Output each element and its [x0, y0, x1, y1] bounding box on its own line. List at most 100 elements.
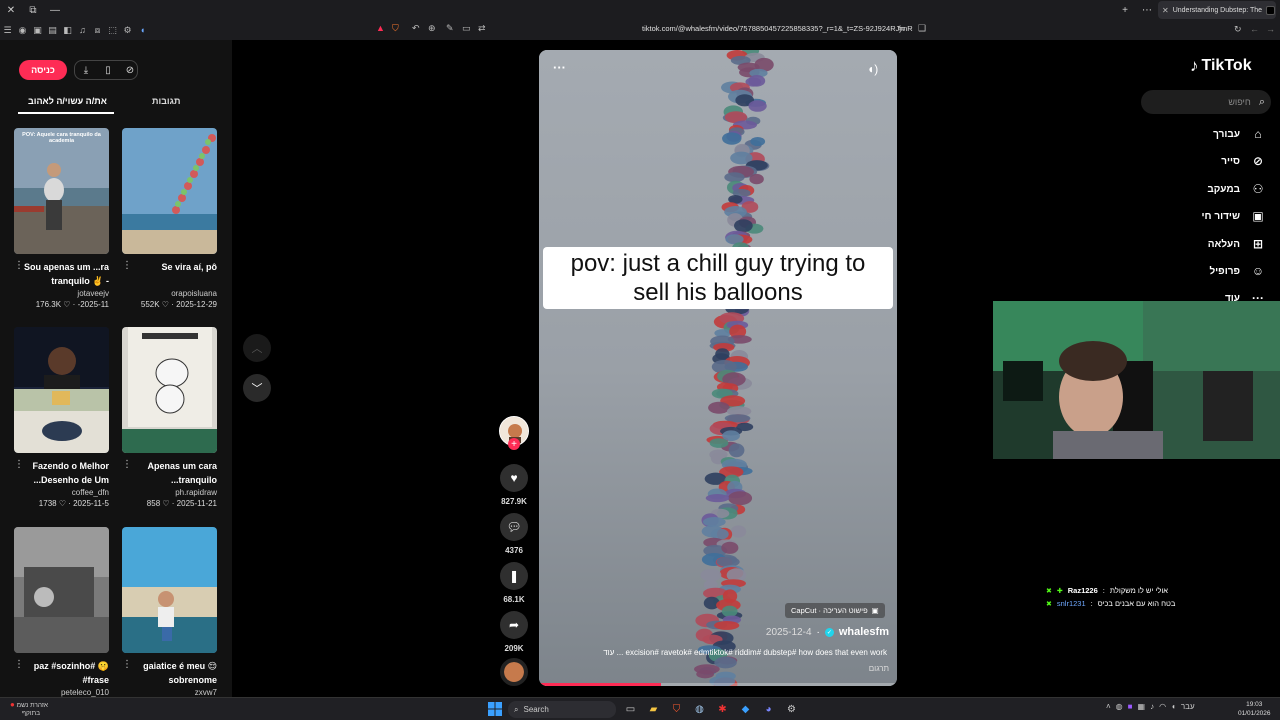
video-player[interactable]: ··· ◖) pov: just a chill guy trying to s…	[539, 50, 897, 686]
tiktok-logo[interactable]: ♪ TikTok	[1190, 56, 1252, 76]
settings-icon[interactable]: ⚙	[120, 20, 135, 40]
card-author[interactable]: coffee_dfn	[14, 488, 109, 497]
card-author[interactable]: orapoisluana	[122, 289, 217, 298]
file-explorer-icon[interactable]: ▰	[645, 701, 662, 718]
list-item[interactable]: ⋮ paz #sozinho# 🤫 #frase peteleco_010	[14, 527, 109, 697]
screen-icon[interactable]: ▭	[462, 23, 471, 34]
volume-icon[interactable]: ◖	[1171, 702, 1176, 711]
video-thumbnail[interactable]	[122, 527, 217, 653]
tray-app-icon[interactable]: ▦	[1138, 702, 1146, 711]
tab-you-may-like[interactable]: את/ה עשוי/ה לאהוב	[28, 96, 107, 106]
more-options-icon[interactable]: ⋮	[122, 459, 132, 470]
card-author[interactable]: peteleco_010	[14, 688, 109, 697]
zoom-icon[interactable]: ⊕	[428, 23, 436, 34]
menu-icon[interactable]: ☰	[0, 20, 15, 40]
video-description[interactable]: עוד ... excision# ravetok# edmtiktok# ri…	[551, 648, 887, 657]
translate-link[interactable]: תרגום	[869, 664, 889, 673]
app-icon[interactable]: ✱	[714, 701, 731, 718]
search-icon[interactable]: ⌕	[1259, 96, 1265, 109]
follow-button[interactable]: +	[508, 438, 520, 450]
volume-icon[interactable]: ◖)	[867, 62, 878, 76]
settings-icon[interactable]: ⚙	[783, 701, 800, 718]
card-author[interactable]: ph.rapidraw	[122, 488, 217, 497]
taskbar-search[interactable]: ⌕ Search	[508, 701, 616, 718]
sidebar-item-live[interactable]: שידור חי ▣	[1202, 208, 1266, 224]
split-view-icon[interactable]: ◧	[60, 20, 75, 40]
minimize-window-icon[interactable]: —	[44, 0, 66, 20]
list-item[interactable]: ⋮ Fazendo o Melhor ...Desenho de Um coff…	[14, 327, 109, 508]
edit-icon[interactable]: ✎	[446, 23, 454, 34]
shield-icon[interactable]: ◉	[15, 20, 30, 40]
language-indicator[interactable]: עבר	[1181, 702, 1195, 711]
video-thumbnail[interactable]	[122, 327, 217, 453]
like-button[interactable]: ♥	[500, 464, 528, 492]
discord-icon[interactable]: ◕	[760, 701, 777, 718]
video-author[interactable]: whalesfm	[839, 626, 889, 638]
video-thumbnail[interactable]	[14, 327, 109, 453]
video-thumbnail[interactable]: POV: Aquele cara tranquilo da academia	[14, 128, 109, 254]
more-options-icon[interactable]: ⋮	[14, 459, 24, 470]
windows-start-icon[interactable]	[488, 702, 502, 716]
close-window-icon[interactable]: ✕	[0, 0, 22, 20]
music-icon[interactable]: ♫	[75, 20, 90, 40]
restore-window-icon[interactable]: ⧉	[22, 0, 44, 20]
sidebar-item-for-you[interactable]: עבורך ⌂	[1213, 126, 1266, 142]
share-icon[interactable]: ⇋	[898, 23, 906, 34]
video-thumbnail[interactable]	[14, 527, 109, 653]
clock[interactable]: 19:03 01/01/2026	[1238, 700, 1271, 718]
brave-browser-icon[interactable]: ⛉	[668, 701, 685, 718]
sidebar-item-profile[interactable]: פרופיל ☺	[1209, 263, 1266, 279]
list-item[interactable]: ⋮ Apenas um cara ...tranquilo ph.rapidra…	[122, 327, 217, 508]
save-button[interactable]: ❚	[500, 562, 528, 590]
back-arrow-icon[interactable]: ←	[1250, 24, 1259, 34]
search-input[interactable]: חיפוש ⌕	[1141, 90, 1271, 114]
weather-widget[interactable]: ● אזהרת נשמ בתוקף	[10, 701, 48, 718]
sidebar-item-explore[interactable]: סייר ⊘	[1221, 153, 1266, 169]
tray-app-icon[interactable]: ◍	[1116, 702, 1123, 711]
list-item[interactable]: ⋮ Se vira aí, pô orapoisluana 552K ♡ · 2…	[122, 128, 217, 309]
music-disc-icon[interactable]	[500, 658, 528, 686]
address-bar[interactable]: ▲ ⛉ ↶ ⊕ ✎ ▭ ⇄ tiktok.com/@whalesfm/video…	[370, 22, 930, 38]
url-text[interactable]: tiktok.com/@whalesfm/video/7578850457225…	[642, 24, 913, 33]
video-thumbnail[interactable]	[122, 128, 217, 254]
chevron-up-icon[interactable]: ˄	[1106, 702, 1111, 711]
close-tab-icon[interactable]: ✕	[1162, 6, 1169, 15]
steam-icon[interactable]: ◍	[691, 701, 708, 718]
comment-button[interactable]: 💬︎	[500, 513, 528, 541]
share-button[interactable]: ➦	[500, 611, 528, 639]
warning-icon[interactable]: ▲	[376, 23, 385, 33]
browser-tab[interactable]: ✕ Understanding Dubstep: The	[1158, 1, 1276, 19]
translate-icon[interactable]: ⇄	[478, 23, 486, 34]
task-view-icon[interactable]: ▭	[622, 701, 639, 718]
tray-app-icon[interactable]: ■	[1128, 702, 1133, 711]
list-item[interactable]: ⋮ gaiatice é meu 😌 sobrenome zxvw7	[122, 527, 217, 697]
bookmark-icon[interactable]: ❑	[918, 23, 926, 34]
new-tab-icon[interactable]: +	[1114, 0, 1136, 20]
wallet-icon[interactable]: ▣	[30, 20, 45, 40]
card-author[interactable]: jotaveejv	[14, 289, 109, 298]
more-options-icon[interactable]: ···	[553, 60, 566, 75]
previous-video-button[interactable]: ︿	[243, 334, 271, 362]
tab-list-icon[interactable]: ⋯	[1136, 0, 1158, 20]
more-options-icon[interactable]: ⋮	[122, 260, 132, 271]
vscode-icon[interactable]: ◆	[737, 701, 754, 718]
next-video-button[interactable]: ﹀	[243, 374, 271, 402]
card-author[interactable]: zxvw7	[122, 688, 217, 697]
more-options-icon[interactable]: ⋮	[14, 659, 24, 670]
reload-icon[interactable]: ↻	[1234, 24, 1242, 35]
sidebar-item-upload[interactable]: העלאה ⊞	[1208, 236, 1266, 252]
forward-arrow-icon[interactable]: →	[1266, 24, 1275, 34]
sidebar-icon[interactable]: ▤	[45, 20, 60, 40]
wifi-icon[interactable]: ◠	[1159, 702, 1166, 711]
more-options-icon[interactable]: ⋮	[14, 260, 24, 271]
extensions-icon[interactable]: ⬚	[105, 20, 120, 40]
more-options-icon[interactable]: ⋮	[122, 659, 132, 670]
screenshot-icon[interactable]: ⧈	[90, 20, 105, 40]
voice-icon[interactable]: ◖	[135, 20, 150, 40]
login-button[interactable]: כניסה	[19, 60, 67, 80]
microphone-icon[interactable]: ♪	[1150, 702, 1154, 711]
back-icon[interactable]: ↶	[412, 23, 420, 34]
sidebar-item-following[interactable]: במעקב ⚇	[1207, 181, 1266, 197]
brave-shield-icon[interactable]: ⛉	[392, 23, 399, 34]
video-progress-bar[interactable]	[539, 683, 897, 686]
